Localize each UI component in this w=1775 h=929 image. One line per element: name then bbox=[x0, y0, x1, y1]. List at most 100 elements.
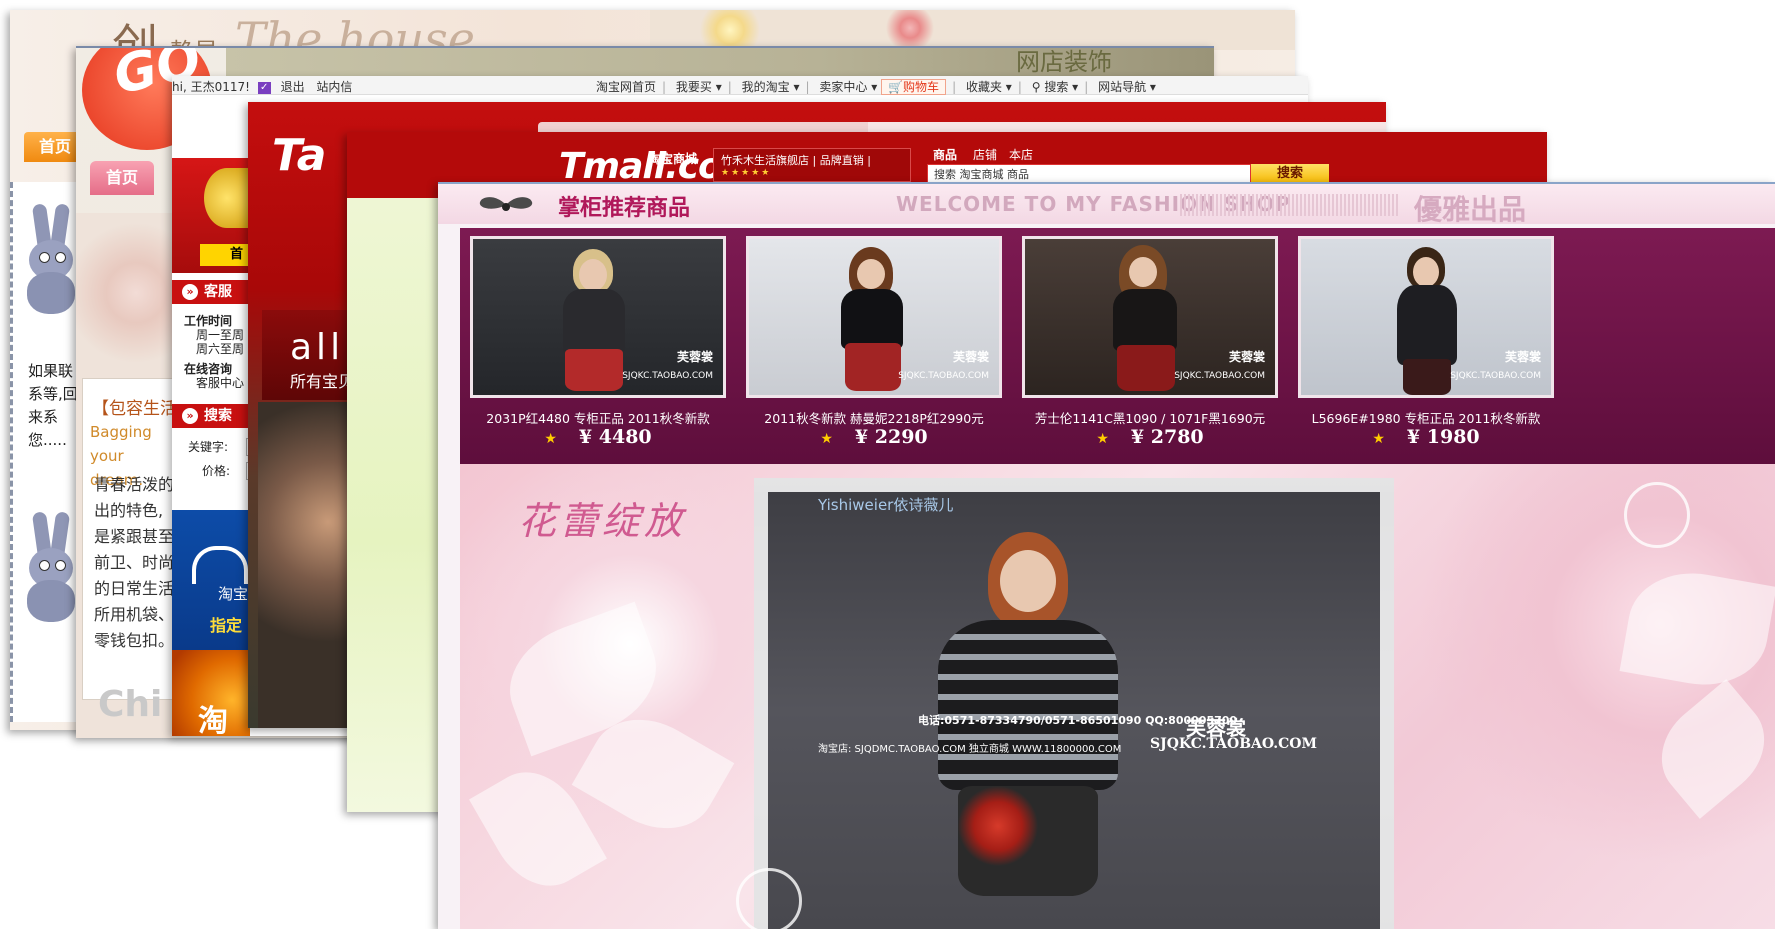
content-title: 【包容生活 bbox=[92, 399, 177, 419]
chevron-down-icon: ▾ bbox=[1149, 80, 1156, 94]
logout-link[interactable]: 退出 bbox=[281, 80, 305, 94]
nav-seller-center[interactable]: 卖家中心 ▾ bbox=[819, 80, 877, 94]
tmall-search-button[interactable]: 搜索 bbox=[1251, 164, 1329, 184]
star-icon: ★ bbox=[1096, 431, 1109, 447]
template-preview-fashion: 掌柜推荐商品 WELCOME TO MY FASHION SHOP 優雅出品 芙… bbox=[438, 182, 1775, 929]
watermark-url: SJQKC.TAOBAO.COM bbox=[898, 371, 989, 381]
banner-text: 网店装饰 bbox=[1016, 48, 1112, 76]
weekday-hours: 周一至周 bbox=[196, 328, 245, 342]
nav-cart[interactable]: 🛒购物车 bbox=[881, 79, 947, 95]
product-card[interactable]: 芙蓉裳 SJQKC.TAOBAO.COM 2031P红4480 专柜正品 201… bbox=[466, 236, 730, 454]
price-row: ★ ¥ 2290 bbox=[742, 426, 1006, 448]
designated-label: 指定 bbox=[210, 616, 243, 635]
recommend-title: 掌柜推荐商品 bbox=[558, 196, 691, 221]
price-label: 价格: bbox=[202, 464, 231, 478]
message-icon[interactable]: ✓ bbox=[257, 81, 271, 94]
shop-name[interactable]: 竹禾木生活旗舰店 | 品牌直销 | bbox=[721, 152, 871, 168]
service-center-link[interactable]: 客服中心 bbox=[196, 376, 244, 390]
chevron-down-icon: ▾ bbox=[1005, 80, 1012, 94]
search-tab-shops[interactable]: 店铺 bbox=[973, 146, 997, 163]
inbox-link[interactable]: 站内信 bbox=[316, 80, 352, 94]
rabbit-mascot-icon bbox=[25, 511, 77, 622]
feature-photo-frame[interactable] bbox=[754, 478, 1394, 929]
site-nav-links: 淘宝网首页 | 我要买 ▾ | 我的淘宝 ▾ | 卖家中心 ▾ 🛒购物车 | 收藏夹 ▾… bbox=[596, 79, 1156, 95]
nav-site-map[interactable]: 网站导航 ▾ bbox=[1098, 80, 1156, 94]
bloom-title: 花蕾绽放 bbox=[518, 499, 687, 543]
taobao-label: 淘宝 bbox=[218, 585, 249, 603]
service-section-header: » 客服 bbox=[172, 280, 250, 304]
search-tab-this-shop[interactable]: 本店 bbox=[1009, 146, 1033, 163]
cart-icon: 🛒 bbox=[888, 80, 904, 94]
house-icon bbox=[192, 546, 248, 584]
product-photo[interactable]: 芙蓉裳 SJQKC.TAOBAO.COM bbox=[470, 236, 726, 398]
search-section-header: » 搜索 bbox=[172, 404, 250, 428]
nav-favorites[interactable]: 收藏夹 ▾ bbox=[966, 80, 1012, 94]
watermark: 芙蓉裳 bbox=[952, 350, 989, 364]
shop-rating-stars: ★★★★★ bbox=[721, 168, 772, 178]
search-icon: ⚲ bbox=[1031, 80, 1041, 94]
price-row: ★ ¥ 4480 bbox=[466, 426, 730, 448]
product-photo[interactable]: 芙蓉裳 SJQKC.TAOBAO.COM bbox=[746, 236, 1002, 398]
user-area: hi, 王杰0117! ✓ 退出 站内信 bbox=[172, 78, 352, 95]
frame-site: 淘宝店: SJQDMC.TAOBAO.COM 独立商城 WWW.11800000… bbox=[818, 744, 1122, 755]
online-consult-label: 在线咨询 bbox=[184, 362, 233, 376]
product-price: ¥ 1980 bbox=[1406, 426, 1480, 448]
tab-home[interactable]: 首 bbox=[200, 244, 250, 266]
product-name[interactable]: 芳士伦1141C黑1090 / 1071F黑1690元 bbox=[1018, 408, 1282, 427]
price-row: ★ ¥ 2780 bbox=[1018, 426, 1282, 448]
product-name[interactable]: L5696E#1980 专柜正品 2011秋冬新款 bbox=[1294, 408, 1558, 427]
product-photo[interactable]: 芙蓉裳 SJQKC.TAOBAO.COM bbox=[1298, 236, 1554, 398]
chevron-down-icon: ▾ bbox=[715, 80, 722, 94]
taobao-top-nav: hi, 王杰0117! ✓ 退出 站内信 淘宝网首页 | 我要买 ▾ | 我的淘宝 … bbox=[172, 76, 1308, 95]
butterfly-ornament-icon bbox=[479, 197, 533, 211]
product-card[interactable]: 芙蓉裳 SJQKC.TAOBAO.COM 芳士伦1141C黑1090 / 107… bbox=[1018, 236, 1282, 454]
promo-char: 淘 bbox=[198, 704, 228, 736]
chevron-down-icon: ▾ bbox=[1072, 80, 1079, 94]
chevron-down-icon: ▾ bbox=[871, 80, 878, 94]
tab-home[interactable]: 首页 bbox=[90, 161, 154, 195]
star-icon: ★ bbox=[544, 431, 557, 447]
product-photo[interactable]: 芙蓉裳 SJQKC.TAOBAO.COM bbox=[1022, 236, 1278, 398]
watermark: 芙蓉裳 bbox=[1228, 350, 1265, 364]
header-brand: 優雅出品 bbox=[1414, 193, 1527, 226]
price-row: ★ ¥ 1980 bbox=[1294, 426, 1558, 448]
all-items-subtitle: 所有宝贝 bbox=[290, 372, 355, 391]
corner-ornament-icon bbox=[1624, 482, 1690, 548]
work-time-label: 工作时间 bbox=[184, 314, 233, 328]
nav-my-taobao[interactable]: 我的淘宝 ▾ bbox=[742, 80, 800, 94]
header-stripes bbox=[1180, 194, 1400, 216]
tmall-search-input[interactable]: 搜索 淘宝商城 商品 bbox=[927, 164, 1251, 184]
star-icon: ★ bbox=[820, 431, 833, 447]
search-tab-products[interactable]: 商品 bbox=[933, 146, 957, 163]
double-chevron-icon: » bbox=[182, 408, 198, 424]
content-chinese: 青春活泼的出的特色,是紧跟甚至前卫、时尚的日常生活所用机袋、零钱包扣。 bbox=[94, 475, 175, 650]
all-items-title: all bbox=[290, 327, 345, 368]
watermark-url: SJQKC.TAOBAO.COM bbox=[1450, 371, 1541, 381]
nav-search[interactable]: ⚲ 搜索 ▾ bbox=[1032, 80, 1079, 94]
nav-taobao-home[interactable]: 淘宝网首页 bbox=[596, 80, 656, 94]
watermark-url: SJQKC.TAOBAO.COM bbox=[622, 371, 713, 381]
chevron-down-icon: ▾ bbox=[793, 80, 800, 94]
product-card[interactable]: 芙蓉裳 SJQKC.TAOBAO.COM 2011秋冬新款 赫曼妮2218P红2… bbox=[742, 236, 1006, 454]
nav-buy[interactable]: 我要买 ▾ bbox=[676, 80, 722, 94]
contact-panel bbox=[10, 182, 85, 722]
product-name[interactable]: 2011秋冬新款 赫曼妮2218P红2990元 bbox=[742, 408, 1006, 427]
model-photo bbox=[258, 402, 348, 728]
product-price: ¥ 2780 bbox=[1130, 426, 1204, 448]
user-greeting: hi, 王杰0117! bbox=[172, 80, 250, 94]
tmall-logo-cn: 淘宝商城 bbox=[649, 152, 698, 166]
frame-url: SJQKC.TAOBAO.COM bbox=[1150, 736, 1317, 752]
product-card[interactable]: 芙蓉裳 SJQKC.TAOBAO.COM L5696E#1980 专柜正品 20… bbox=[1294, 236, 1558, 454]
footer-logo: Chi bbox=[98, 684, 163, 725]
shop-logo: Ta bbox=[272, 130, 327, 181]
frame-brand: Yishiweier依诗薇儿 bbox=[818, 496, 954, 514]
product-price: ¥ 4480 bbox=[578, 426, 652, 448]
watermark: 芙蓉裳 bbox=[676, 350, 713, 364]
watermark: 芙蓉裳 bbox=[1504, 350, 1541, 364]
watermark-url: SJQKC.TAOBAO.COM bbox=[1174, 371, 1265, 381]
product-grid: 芙蓉裳 SJQKC.TAOBAO.COM 2031P红4480 专柜正品 201… bbox=[460, 228, 1775, 464]
keyword-label: 关键字: bbox=[188, 440, 229, 454]
shop-badge-icon bbox=[204, 168, 250, 228]
product-name[interactable]: 2031P红4480 专柜正品 2011秋冬新款 bbox=[466, 408, 730, 427]
rabbit-mascot-icon bbox=[25, 203, 77, 314]
